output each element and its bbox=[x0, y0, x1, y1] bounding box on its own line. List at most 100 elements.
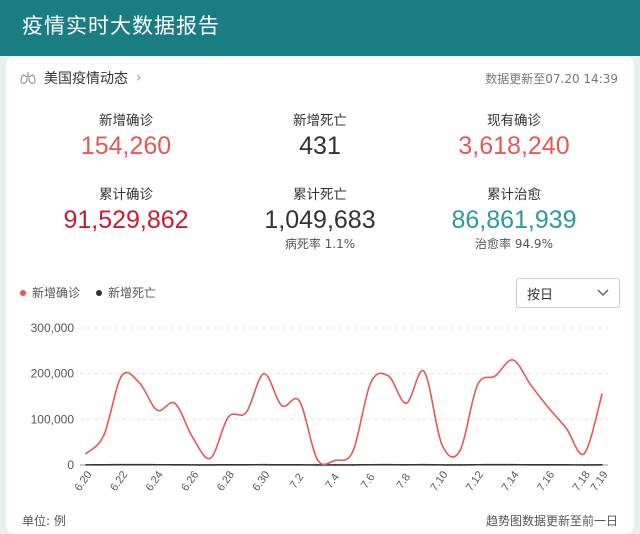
data-point bbox=[209, 457, 212, 459]
data-point bbox=[583, 464, 586, 466]
legend-label: 新增确诊 bbox=[32, 286, 81, 300]
recovery-rate: 治愈率 94.9% bbox=[475, 237, 553, 251]
x-tick-label: 6.20 bbox=[72, 469, 94, 493]
data-point bbox=[494, 375, 497, 377]
chevron-right-icon: › bbox=[136, 70, 142, 86]
x-tick-label: 7.16 bbox=[535, 469, 557, 493]
legend-dot bbox=[20, 289, 26, 296]
stat-new-confirmed: 新增确诊 154,260 bbox=[26, 112, 226, 162]
stat-total-deaths: 累计死亡 1,049,683 病死率 1.1% bbox=[220, 186, 420, 252]
data-point bbox=[369, 463, 372, 466]
card-header-link[interactable]: 美国疫情动态 › bbox=[20, 68, 142, 88]
stat-total-recovered: 累计治愈 86,861,939 治愈率 94.9% bbox=[414, 186, 614, 252]
legend-item-new-deaths[interactable]: 新增死亡 bbox=[96, 284, 156, 301]
data-point bbox=[138, 463, 141, 466]
x-tick-label: 7.12 bbox=[464, 469, 486, 493]
x-tick-label: 7.2 bbox=[288, 472, 307, 491]
stat-value: 91,529,862 bbox=[63, 206, 189, 234]
update-note: 趋势图数据更新至前一日 bbox=[485, 514, 618, 528]
us-epidemic-card: 美国疫情动态 › 数据更新至07.20 14:39 新增确诊 154,260 新… bbox=[6, 56, 634, 534]
legend-label: 新增死亡 bbox=[108, 286, 157, 300]
update-time: 数据更新至07.20 14:39 bbox=[485, 72, 618, 86]
series-line bbox=[85, 359, 603, 466]
range-select[interactable]: 按日 bbox=[516, 278, 620, 308]
app-header: 疫情实时大数据报告 bbox=[0, 0, 640, 56]
data-point bbox=[102, 463, 105, 466]
legend-dot bbox=[96, 289, 103, 296]
lung-icon bbox=[20, 72, 36, 84]
data-point bbox=[601, 464, 603, 466]
data-point bbox=[405, 463, 408, 466]
stat-label: 累计治愈 bbox=[487, 187, 541, 203]
data-point bbox=[458, 450, 461, 453]
data-point bbox=[387, 463, 390, 466]
x-tick-label: 6.26 bbox=[179, 469, 201, 493]
x-tick-label: 7.14 bbox=[500, 469, 522, 493]
data-point bbox=[191, 464, 194, 466]
x-tick-label: 7.18 bbox=[571, 469, 593, 493]
data-point bbox=[120, 375, 123, 377]
stat-value: 86,861,939 bbox=[451, 206, 577, 234]
x-tick-label: 7.10 bbox=[428, 469, 450, 493]
data-point bbox=[316, 464, 319, 466]
data-point bbox=[352, 464, 354, 466]
data-point bbox=[263, 372, 265, 375]
stat-label: 现有确诊 bbox=[487, 113, 541, 129]
data-point bbox=[174, 463, 176, 466]
data-point bbox=[245, 463, 247, 466]
x-tick-label: 6.30 bbox=[250, 469, 272, 493]
data-point bbox=[138, 382, 141, 384]
data-point bbox=[476, 463, 479, 466]
data-point bbox=[85, 464, 87, 466]
stat-value: 3,618,240 bbox=[458, 132, 570, 160]
y-tick-label: 300,000 bbox=[31, 321, 75, 335]
data-point bbox=[227, 463, 230, 466]
x-tick-label: 6.24 bbox=[144, 469, 166, 493]
stat-value: 154,260 bbox=[80, 132, 172, 160]
data-point bbox=[547, 407, 550, 409]
data-point bbox=[102, 434, 105, 437]
data-point bbox=[209, 464, 212, 466]
stat-current-confirmed: 现有确诊 3,618,240 bbox=[414, 112, 614, 162]
data-point bbox=[512, 359, 514, 361]
stat-label: 累计确诊 bbox=[99, 187, 153, 203]
data-point bbox=[298, 400, 301, 402]
y-tick-label: 0 bbox=[67, 458, 74, 472]
data-point bbox=[156, 409, 158, 411]
stat-label: 新增死亡 bbox=[293, 113, 347, 129]
x-tick-label: 7.4 bbox=[323, 472, 342, 491]
range-select-value: 按日 bbox=[527, 287, 554, 303]
data-point bbox=[227, 416, 230, 418]
data-point bbox=[405, 402, 408, 405]
data-point bbox=[476, 384, 479, 386]
data-point bbox=[298, 463, 301, 466]
y-tick-label: 100,000 bbox=[31, 412, 75, 426]
data-point bbox=[583, 452, 586, 455]
x-tick-label: 6.22 bbox=[108, 469, 130, 493]
data-point bbox=[352, 450, 354, 453]
data-point bbox=[191, 436, 194, 439]
data-point bbox=[441, 464, 443, 466]
data-point bbox=[441, 443, 443, 446]
stat-label: 新增确诊 bbox=[99, 113, 153, 129]
stat-new-deaths: 新增死亡 431 bbox=[220, 112, 420, 162]
stat-value: 431 bbox=[299, 132, 341, 160]
y-tick-label: 200,000 bbox=[31, 367, 75, 381]
legend-item-new-confirmed[interactable]: 新增确诊 bbox=[20, 284, 80, 301]
data-point bbox=[458, 464, 461, 466]
data-point bbox=[280, 404, 283, 407]
x-tick-label: 7.8 bbox=[395, 472, 414, 491]
stat-label: 累计死亡 bbox=[293, 187, 347, 203]
data-point bbox=[334, 464, 336, 466]
data-point bbox=[263, 463, 265, 466]
data-point bbox=[601, 393, 603, 396]
data-point bbox=[423, 463, 425, 466]
data-point bbox=[245, 411, 247, 414]
chart-legend: 新增确诊 新增死亡 bbox=[20, 284, 172, 301]
data-point bbox=[120, 463, 123, 466]
card-title: 美国疫情动态 bbox=[44, 71, 128, 87]
data-point bbox=[530, 384, 532, 386]
data-point bbox=[174, 402, 176, 405]
page-title: 疫情实时大数据报告 bbox=[22, 14, 220, 38]
data-point bbox=[565, 464, 568, 466]
